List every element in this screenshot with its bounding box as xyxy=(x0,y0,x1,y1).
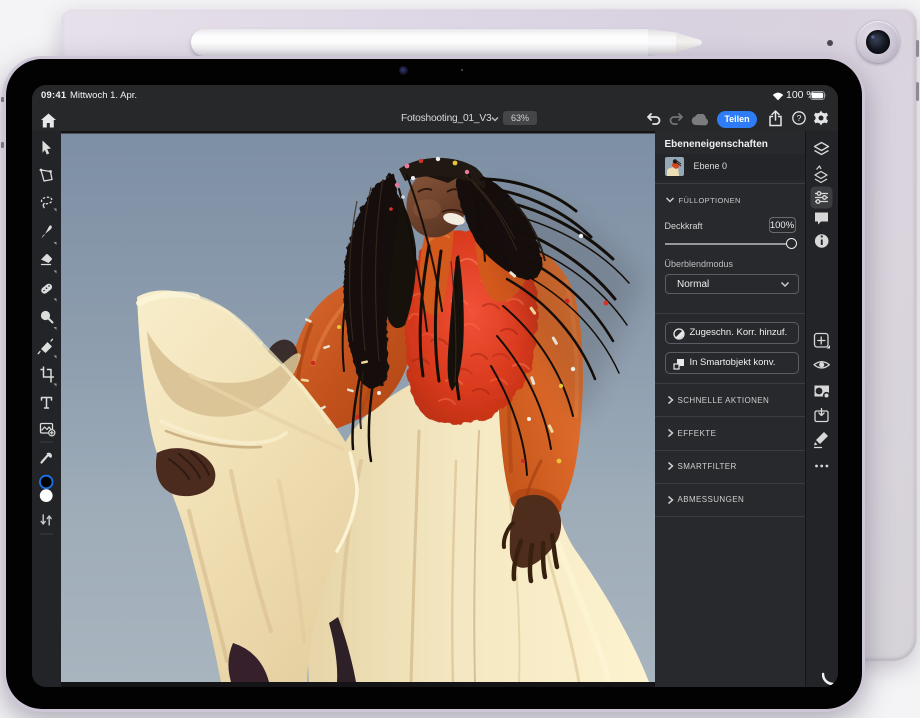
svg-text:?: ? xyxy=(796,113,801,123)
